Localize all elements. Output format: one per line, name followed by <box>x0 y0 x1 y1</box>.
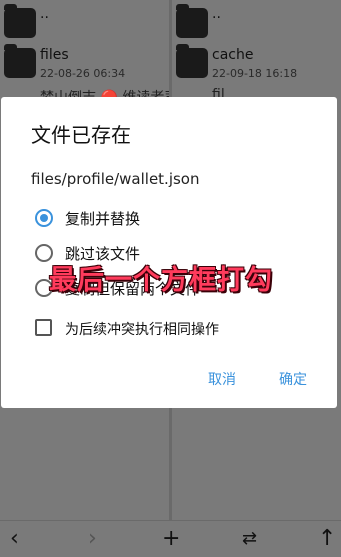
instruction-annotation: 最后一个方框打勾 <box>49 265 273 296</box>
file-date: 22-08-26 06:34 <box>40 67 126 80</box>
file-name: cache <box>212 47 254 63</box>
file-exists-dialog: 文件已存在 files/profile/wallet.json 复制并替换 跳过… <box>1 97 337 408</box>
folder-icon <box>176 44 208 78</box>
folder-icon <box>4 4 36 38</box>
checkbox-label: 为后续冲突执行相同操作 <box>65 322 219 338</box>
file-date: 22-09-18 16:18 <box>212 67 298 80</box>
conflict-file-path: files/profile/wallet.json <box>31 170 200 188</box>
parent-dir-label: .. <box>40 6 49 22</box>
parent-dir-row[interactable]: .. <box>172 0 341 44</box>
file-row[interactable]: files 22-08-26 06:34 <box>0 44 169 88</box>
parent-dir-label: .. <box>212 6 221 22</box>
dialog-title: 文件已存在 <box>31 123 131 147</box>
file-row[interactable]: cache 22-09-18 16:18 <box>172 44 341 88</box>
folder-icon <box>4 44 36 78</box>
radio-selected[interactable] <box>35 209 53 227</box>
chevron-right-icon[interactable]: › <box>88 528 97 550</box>
bottom-toolbar: ‹ › + ⇄ ↑ <box>0 520 341 557</box>
option-label: 复制并替换 <box>65 210 141 228</box>
parent-dir-row[interactable]: .. <box>0 0 169 44</box>
swap-icon[interactable]: ⇄ <box>242 529 257 549</box>
folder-icon <box>176 4 208 38</box>
confirm-button[interactable]: 确定 <box>279 369 307 389</box>
cancel-button[interactable]: 取消 <box>208 369 236 389</box>
file-name: files <box>40 47 69 63</box>
up-arrow-icon[interactable]: ↑ <box>318 528 336 550</box>
plus-icon[interactable]: + <box>162 528 180 550</box>
apply-to-all-checkbox[interactable] <box>35 319 52 336</box>
chevron-left-icon[interactable]: ‹ <box>10 528 19 550</box>
